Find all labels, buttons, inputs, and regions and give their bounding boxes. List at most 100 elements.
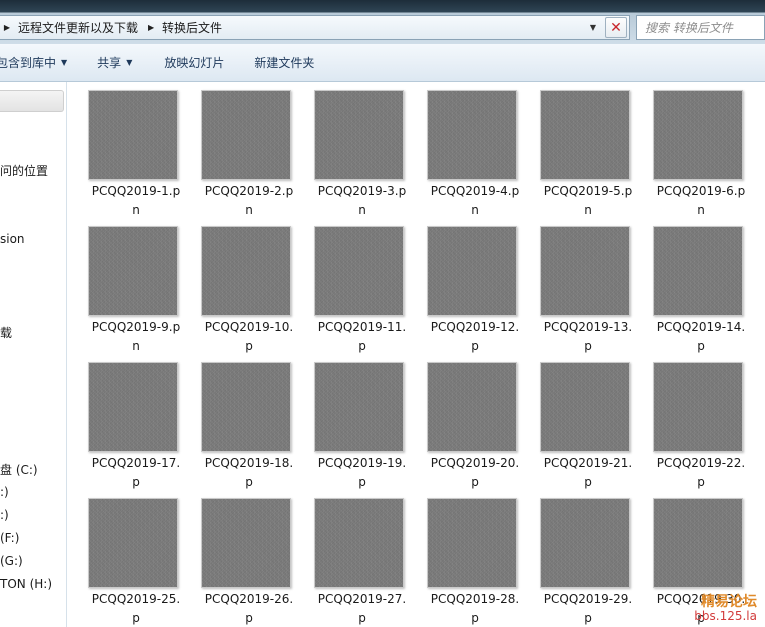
file-name-line: PCQQ2019-11.p [317,320,407,353]
file-name-line: PCQQ2019-18.p [204,456,294,489]
file-item[interactable]: PCQQ2019-18.png [201,362,314,508]
file-item[interactable]: PCQQ2019-26.png [201,498,314,627]
file-item[interactable]: PCQQ2019-20.png [427,362,540,508]
image-thumbnail[interactable] [314,498,404,588]
image-thumbnail[interactable] [201,90,291,180]
file-name-line: PCQQ2019-5.pn [543,184,633,217]
file-item[interactable]: PCQQ2019-5.png [540,90,653,236]
file-name-line: PCQQ2019-6.pn [656,184,746,217]
watermark-site-name: 精易论坛 [701,594,757,610]
slideshow-button[interactable]: 放映幻灯片 [164,44,224,82]
image-thumbnail[interactable] [653,226,743,316]
file-item[interactable]: PCQQ2019-12.png [427,226,540,372]
file-name: PCQQ2019-26.png [201,590,297,627]
file-name: PCQQ2019-25.png [88,590,184,627]
file-item[interactable]: PCQQ2019-25.png [88,498,201,627]
file-name-line: PCQQ2019-13.p [543,320,633,353]
file-name-line: PCQQ2019-19.p [317,456,407,489]
image-thumbnail[interactable] [314,90,404,180]
file-item[interactable]: PCQQ2019-17.png [88,362,201,508]
command-toolbar: 包含到库中 ▼ 共享 ▼ 放映幻灯片 新建文件夹 [0,44,765,82]
file-name-line: PCQQ2019-27.p [317,592,407,625]
file-item[interactable]: PCQQ2019-2.png [201,90,314,236]
file-name-line: PCQQ2019-14.p [656,320,746,353]
image-thumbnail[interactable] [201,226,291,316]
image-thumbnail[interactable] [88,498,178,588]
chevron-down-icon: ▼ [61,58,68,67]
watermark-url: bbs.125.la [694,609,757,623]
image-thumbnail[interactable] [201,362,291,452]
include-in-library-label: 包含到库中 [0,56,57,70]
image-thumbnail[interactable] [540,90,630,180]
breadcrumb-separator-icon[interactable]: ▶ [0,23,14,32]
nav-item-subversion[interactable]: sion [0,232,25,246]
file-item[interactable]: PCQQ2019-9.png [88,226,201,372]
file-item[interactable]: PCQQ2019-28.png [427,498,540,627]
file-name-line: PCQQ2019-25.p [91,592,181,625]
breadcrumb-item-current[interactable]: 转换后文件 [158,19,228,36]
file-list-view[interactable]: PCQQ2019-1.pngPCQQ2019-2.pngPCQQ2019-3.p… [68,82,765,627]
file-name-line: PCQQ2019-1.pn [91,184,181,217]
image-thumbnail[interactable] [540,226,630,316]
file-name-line: PCQQ2019-20.p [430,456,520,489]
address-bar[interactable]: ▶ 远程文件更新以及下载 ▶ 转换后文件 ▼ ✕ [0,15,630,40]
file-item[interactable]: PCQQ2019-13.png [540,226,653,372]
watermark: 精易论坛 bbs.125.la [694,595,757,623]
include-in-library-button[interactable]: 包含到库中 ▼ [0,44,67,82]
file-name-line: PCQQ2019-26.p [204,592,294,625]
file-name-line: PCQQ2019-10.p [204,320,294,353]
nav-item-recent-places[interactable]: 问的位置 [0,162,48,179]
file-name-line: PCQQ2019-2.pn [204,184,294,217]
file-name: PCQQ2019-29.png [540,590,636,627]
file-item[interactable]: PCQQ2019-21.png [540,362,653,508]
nav-item-drive-g[interactable]: (G:) [0,554,23,568]
image-thumbnail[interactable] [540,362,630,452]
image-thumbnail[interactable] [427,362,517,452]
file-name: PCQQ2019-27.png [314,590,410,627]
breadcrumb-item[interactable]: 远程文件更新以及下载 [14,19,144,36]
nav-item-downloads[interactable]: 载 [0,324,12,341]
file-item[interactable]: PCQQ2019-6.png [653,90,765,236]
navigation-pane: 问的位置 sion 载 盘 (C:) :) :) (F:) (G:) TON (… [0,82,67,627]
image-thumbnail[interactable] [653,90,743,180]
new-folder-button[interactable]: 新建文件夹 [254,44,314,82]
file-item[interactable]: PCQQ2019-4.png [427,90,540,236]
file-item[interactable]: PCQQ2019-1.png [88,90,201,236]
nav-item-drive-f[interactable]: (F:) [0,531,19,545]
image-thumbnail[interactable] [88,226,178,316]
breadcrumb-separator-icon[interactable]: ▶ [144,23,158,32]
share-button[interactable]: 共享 ▼ [97,44,132,82]
file-item[interactable]: PCQQ2019-22.png [653,362,765,508]
file-item[interactable]: PCQQ2019-19.png [314,362,427,508]
nav-item-drive-h[interactable]: TON (H:) [0,577,52,591]
file-item[interactable]: PCQQ2019-27.png [314,498,427,627]
image-thumbnail[interactable] [653,362,743,452]
image-thumbnail[interactable] [427,90,517,180]
image-thumbnail[interactable] [201,498,291,588]
image-thumbnail[interactable] [314,226,404,316]
file-name-line: PCQQ2019-29.p [543,592,633,625]
nav-selected-item[interactable] [0,90,64,112]
file-name-line: PCQQ2019-17.p [91,456,181,489]
file-grid: PCQQ2019-1.pngPCQQ2019-2.pngPCQQ2019-3.p… [88,90,765,627]
image-thumbnail[interactable] [88,90,178,180]
address-history-dropdown-icon[interactable]: ▼ [585,16,601,39]
file-item[interactable]: PCQQ2019-10.png [201,226,314,372]
file-item[interactable]: PCQQ2019-14.png [653,226,765,372]
file-item[interactable]: PCQQ2019-3.png [314,90,427,236]
file-item[interactable]: PCQQ2019-11.png [314,226,427,372]
nav-item-drive-e[interactable]: :) [0,508,9,522]
nav-item-drive-d[interactable]: :) [0,485,9,499]
file-name: PCQQ2019-28.png [427,590,523,627]
chevron-down-icon: ▼ [126,58,133,67]
image-thumbnail[interactable] [427,226,517,316]
search-input[interactable]: 搜索 转换后文件 [636,15,765,40]
image-thumbnail[interactable] [427,498,517,588]
image-thumbnail[interactable] [314,362,404,452]
close-icon[interactable]: ✕ [605,17,627,38]
image-thumbnail[interactable] [653,498,743,588]
image-thumbnail[interactable] [540,498,630,588]
file-item[interactable]: PCQQ2019-29.png [540,498,653,627]
nav-item-drive-c[interactable]: 盘 (C:) [0,461,38,478]
image-thumbnail[interactable] [88,362,178,452]
